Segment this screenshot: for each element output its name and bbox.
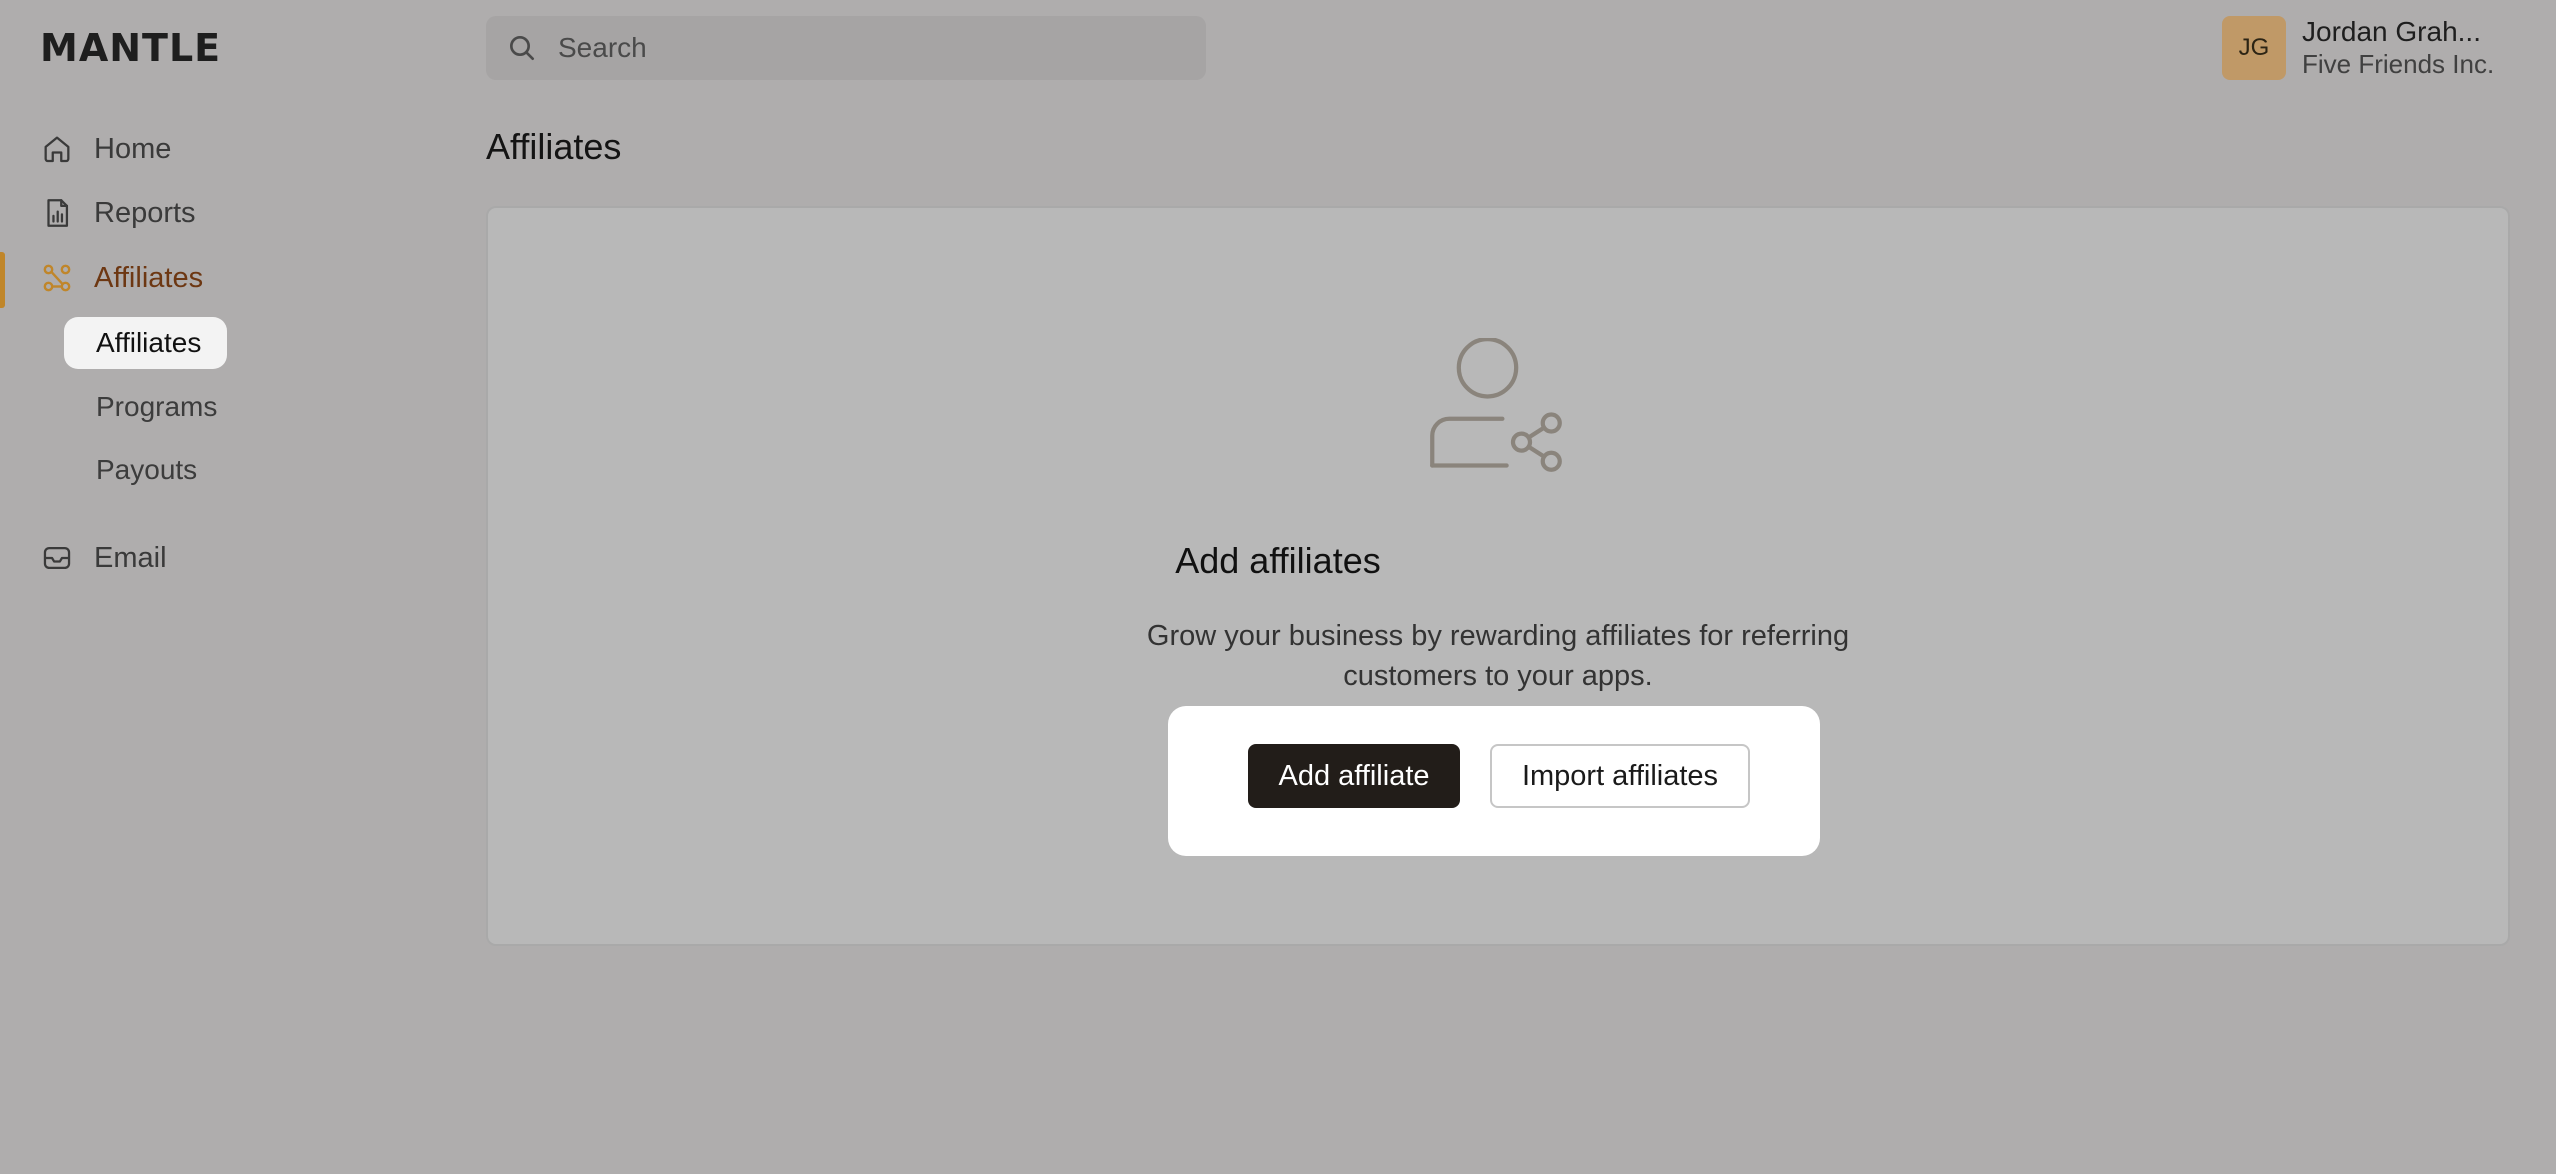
add-affiliate-button[interactable]: Add affiliate: [1248, 744, 1460, 808]
sidebar-subitem-payouts[interactable]: Payouts: [64, 444, 223, 496]
mantle-logo[interactable]: MANTLE: [40, 26, 221, 70]
sidebar-item-label: Affiliates: [94, 261, 204, 294]
search-icon: [510, 36, 534, 60]
report-icon: [47, 199, 69, 227]
home-icon: [44, 136, 70, 163]
search-bar[interactable]: [486, 16, 1206, 80]
sidebar-item-label: Reports: [94, 196, 196, 229]
user-menu[interactable]: JG Jordan Grah... Five Friends Inc.: [2222, 16, 2494, 80]
import-affiliates-button[interactable]: Import affiliates: [1490, 744, 1750, 808]
page-title: Affiliates: [486, 126, 622, 167]
sidebar-subitem-affiliates[interactable]: Affiliates: [64, 317, 228, 369]
avatar: JG: [2222, 16, 2286, 80]
sidebar-item-reports[interactable]: Reports: [0, 188, 400, 238]
empty-state-title: Add affiliates: [1175, 540, 1381, 581]
sidebar-item-label: Home: [94, 132, 172, 165]
user-organization: Five Friends Inc.: [2302, 49, 2495, 79]
sidebar-item-affiliates[interactable]: Affiliates: [0, 253, 400, 303]
sidebar-subitem-programs[interactable]: Programs: [64, 381, 243, 433]
user-name: Jordan Grah...: [2302, 16, 2481, 47]
search-input[interactable]: [556, 31, 1160, 65]
action-buttons-panel: Add affiliate Import affiliates: [1168, 706, 1820, 856]
sidebar-item-home[interactable]: Home: [0, 124, 400, 174]
user-share-icon: [1430, 338, 1562, 472]
empty-state-description: Grow your business by rewarding affiliat…: [1146, 620, 1850, 692]
affiliates-icon: [43, 264, 71, 292]
